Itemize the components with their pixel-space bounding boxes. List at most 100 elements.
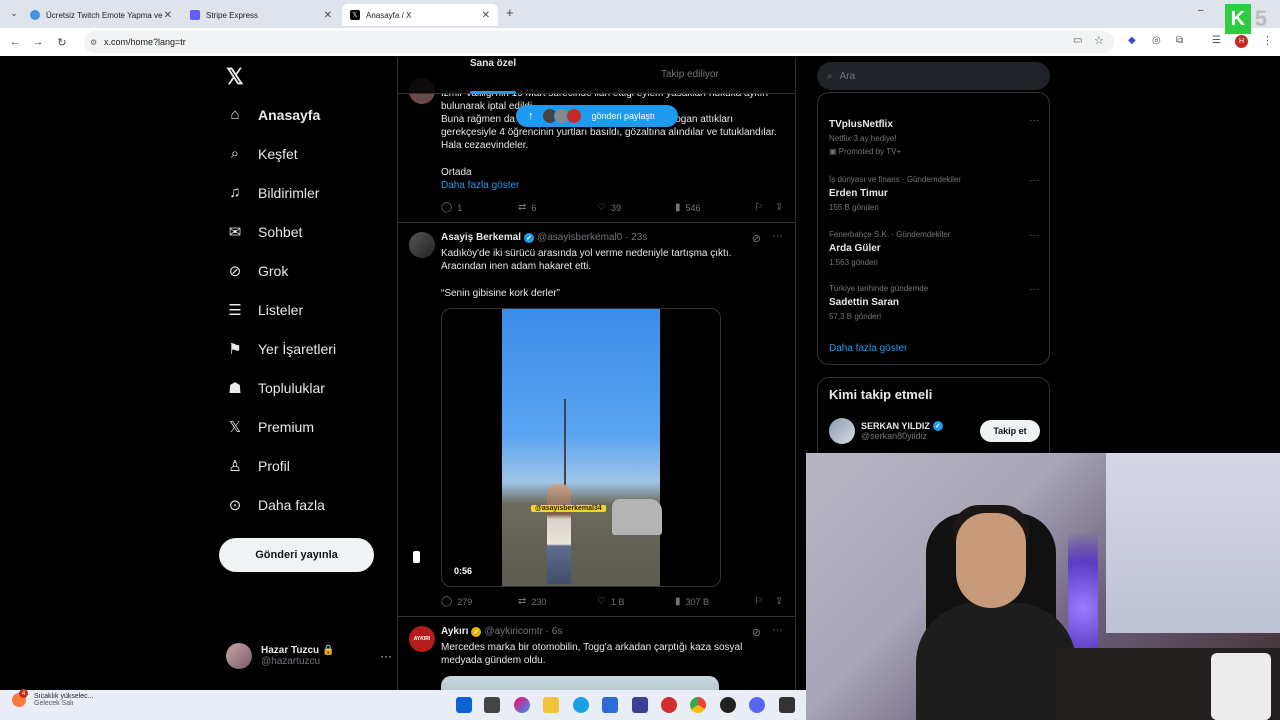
tab-for-you[interactable]: Sana özel xyxy=(470,58,516,69)
reply-button[interactable]: ◯ 279 xyxy=(441,596,472,607)
epic-games-icon[interactable] xyxy=(779,697,795,713)
heart-icon: ♡ xyxy=(597,202,606,213)
nav-item-communities[interactable]: ☗ Topluluklar xyxy=(226,379,325,397)
views-button[interactable]: ▮ 307 B xyxy=(675,596,709,607)
active-tab-indicator xyxy=(470,91,516,94)
obs-icon[interactable] xyxy=(720,697,736,713)
more-icon[interactable]: ··· xyxy=(1029,284,1039,295)
nav-item-home[interactable]: ⌂ Anasayfa xyxy=(226,106,320,123)
share-button[interactable]: ⇪ xyxy=(775,596,788,607)
tab-following[interactable]: Takip ediliyor xyxy=(661,69,719,80)
like-button[interactable]: ♡ 39 xyxy=(597,202,621,213)
minimize-button[interactable]: – xyxy=(1198,5,1204,16)
browser-tab-stripe[interactable]: Stripe Express ✕ xyxy=(182,4,340,26)
bookmark-icon: ⚐ xyxy=(754,596,763,607)
show-more-link[interactable]: Daha fazla göster xyxy=(829,343,907,354)
opera-icon[interactable] xyxy=(661,697,677,713)
cast-icon[interactable]: ▭ xyxy=(1073,35,1082,46)
follow-button[interactable]: Takip et xyxy=(980,420,1040,442)
trend-item[interactable]: İş dünyası ve finans · Gündemdekiler Erd… xyxy=(829,175,1039,212)
bookmark-star-icon[interactable]: ☆ xyxy=(1094,34,1104,47)
tweet-author[interactable]: Asayiş Berkemal ✓ @asayisberkemal0 · 23s xyxy=(441,232,647,243)
k-number: 5 xyxy=(1254,6,1268,31)
forward-icon[interactable]: → xyxy=(26,36,50,48)
trend-item[interactable]: Türkiye tarihinde gündemde Sadettin Sara… xyxy=(829,284,1039,321)
nav-item-bookmarks[interactable]: ⚑ Yer İşaretleri xyxy=(226,340,336,358)
like-button[interactable]: ♡ 1 B xyxy=(597,596,624,607)
trend-subtitle: Netflix 3 ay hediye! xyxy=(829,134,897,143)
more-icon[interactable]: ··· xyxy=(1029,230,1039,241)
app-icon[interactable] xyxy=(632,697,648,713)
address-bar-row: ← → ↻ ⚙ x.com/home?lang=tr ▭ ☆ ◆ ◎ ⧉ ☰ H… xyxy=(0,28,1280,56)
chrome-icon[interactable] xyxy=(690,697,706,713)
post-button[interactable]: Gönderi yayınla xyxy=(219,538,374,572)
trend-item[interactable]: Fenerbahçe S.K. · Gündemdekiler Arda Gül… xyxy=(829,230,1039,267)
site-info-icon[interactable]: ⚙ xyxy=(90,38,97,47)
verified-badge-icon: ✓ xyxy=(471,626,482,637)
weather-widget[interactable]: 4 Sıcaklık yükselec... Gelecek Salı xyxy=(12,689,94,707)
nav-item-explore[interactable]: ⌕ Keşfet xyxy=(226,145,298,162)
nav-item-more[interactable]: ⊙ Daha fazla xyxy=(226,496,325,514)
k-letter: K xyxy=(1224,4,1251,34)
x-logo-icon[interactable]: 𝕏 xyxy=(226,64,244,90)
nav-item-profile[interactable]: ♙ Profil xyxy=(226,457,290,475)
extension-icon[interactable]: ◆ xyxy=(1128,35,1136,46)
more-icon[interactable]: ··· xyxy=(1029,115,1039,126)
close-tab-icon[interactable]: ✕ xyxy=(482,10,490,21)
browser-tab-x-home[interactable]: 𝕏 Anasayfa / X ✕ xyxy=(342,4,498,26)
bookmark-button[interactable]: ⚐ xyxy=(754,596,768,607)
copilot-icon[interactable] xyxy=(514,697,530,713)
views-button[interactable]: ▮ 546 xyxy=(675,202,701,213)
close-tab-icon[interactable]: ✕ xyxy=(324,10,332,21)
reload-icon[interactable]: ↻ xyxy=(50,36,74,49)
reply-button[interactable]: ◯ 1 xyxy=(441,202,462,213)
nav-label: Topluluklar xyxy=(258,380,325,396)
share-button[interactable]: ⇪ xyxy=(775,202,788,213)
tweet-author[interactable]: Aykırı ✓ @aykiricomtr · 6s xyxy=(441,626,562,637)
windows-start-icon[interactable] xyxy=(456,697,472,713)
grok-icon: ⊘ xyxy=(228,263,242,280)
nav-item-premium[interactable]: 𝕏 Premium xyxy=(226,418,314,436)
close-tab-icon[interactable]: ✕ xyxy=(164,10,172,21)
account-switcher[interactable]: Hazar Tuzcu 🔒 @hazartuzcu ··· xyxy=(226,643,392,669)
video-frame: @asayisberkemal34 xyxy=(502,309,662,586)
grok-icon[interactable]: ⊘ xyxy=(752,626,761,639)
show-more-link[interactable]: Daha fazla göster xyxy=(441,179,789,192)
nav-item-grok[interactable]: ⊘ Grok xyxy=(226,262,289,280)
avatar[interactable]: AYKIRI xyxy=(409,626,435,652)
nav-item-notifications[interactable]: ♫ Bildirimler xyxy=(226,184,319,201)
grok-icon[interactable]: ⊘ xyxy=(752,232,761,245)
new-posts-pill[interactable]: ↑ gönderi paylaştı xyxy=(516,105,678,127)
nav-item-lists[interactable]: ☰ Listeler xyxy=(226,301,303,319)
search-input[interactable]: ⌕ Ara xyxy=(817,62,1050,90)
video-player[interactable]: @asayisberkemal34 0:56 xyxy=(441,308,721,587)
more-icon[interactable]: ··· xyxy=(1029,175,1039,186)
extension-icon[interactable]: ◎ xyxy=(1152,35,1161,46)
more-icon[interactable]: ··· xyxy=(380,649,392,663)
file-explorer-icon[interactable] xyxy=(543,697,559,713)
extensions-puzzle-icon[interactable]: ⧉ xyxy=(1176,35,1183,46)
author-handle: @asayisberkemal0 · 23s xyxy=(537,232,648,243)
retweet-button[interactable]: ⇄ 6 xyxy=(518,202,536,213)
discord-icon[interactable] xyxy=(749,697,765,713)
back-icon[interactable]: ← xyxy=(3,36,27,48)
avatar[interactable] xyxy=(409,232,435,258)
retweet-button[interactable]: ⇄ 230 xyxy=(518,596,546,607)
person-face xyxy=(956,513,1026,608)
person-icon: ♙ xyxy=(228,458,242,475)
more-icon[interactable]: ··· xyxy=(772,230,783,242)
new-tab-button[interactable]: + xyxy=(506,5,514,20)
browser-tab-twitch-emote[interactable]: Ücretsiz Twitch Emote Yapma ve ✕ xyxy=(22,4,180,26)
trend-item[interactable]: TVplusNetflix Netflix 3 ay hediye! ▣ Pro… xyxy=(829,115,1039,156)
suggested-user[interactable]: SERKAN YILDIZ ✓ @serkan80yildiz xyxy=(829,418,943,444)
more-icon[interactable]: ··· xyxy=(772,624,783,636)
nav-item-messages[interactable]: ✉ Sohbet xyxy=(226,223,303,241)
edge-icon[interactable] xyxy=(573,697,589,713)
url-field[interactable]: ⚙ x.com/home?lang=tr xyxy=(84,31,1114,53)
search-placeholder: Ara xyxy=(839,70,856,82)
task-view-icon[interactable] xyxy=(484,697,500,713)
timeline-header: Sana özel Takip ediliyor xyxy=(398,58,795,94)
store-icon[interactable] xyxy=(602,697,618,713)
bookmark-button[interactable]: ⚐ xyxy=(754,202,768,213)
trend-count: 57,3 B gönderi xyxy=(829,312,882,321)
